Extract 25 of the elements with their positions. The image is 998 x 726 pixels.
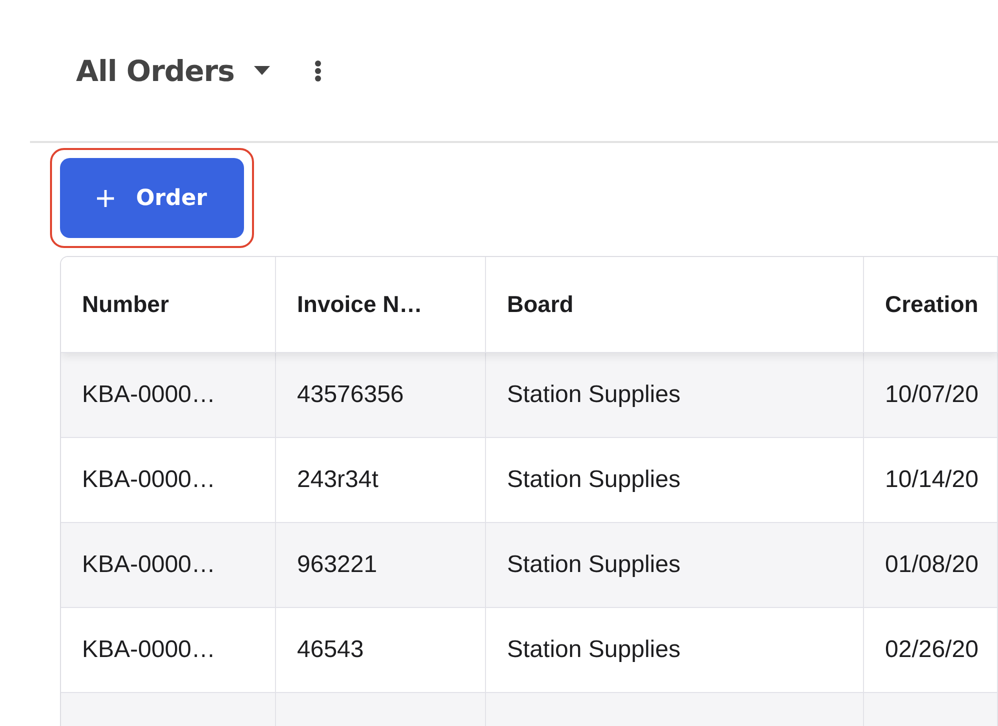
add-order-button[interactable]: Order bbox=[60, 158, 244, 238]
table-cell: Station Supplies bbox=[486, 608, 864, 692]
table-cell: 10/14/20 bbox=[864, 438, 998, 522]
table-cell: 02/26/20 bbox=[864, 608, 998, 692]
table-cell: Station Supplies bbox=[486, 438, 864, 522]
caret-icon[interactable] bbox=[254, 66, 270, 75]
table-cell: 43576356 bbox=[276, 353, 486, 437]
table-cell: 01/08/20 bbox=[864, 523, 998, 607]
column-header[interactable]: Creation bbox=[864, 257, 998, 352]
view-title: All Orders bbox=[76, 54, 234, 88]
table-cell: KBA-0000… bbox=[61, 353, 276, 437]
table-cell: KBA-0000… bbox=[61, 438, 276, 522]
plus-icon bbox=[96, 190, 114, 206]
table-cell: 46543 bbox=[276, 608, 486, 692]
more-options-icon[interactable] bbox=[314, 60, 322, 82]
table-cell: KBA-0000… bbox=[61, 608, 276, 692]
column-header[interactable]: Invoice N… bbox=[276, 257, 486, 352]
table-cell: 243r34t bbox=[276, 438, 486, 522]
column-header[interactable]: Board bbox=[486, 257, 864, 352]
table-cell: 10/07/20 bbox=[864, 353, 998, 437]
table-cell: 963221 bbox=[276, 523, 486, 607]
table-cell: KBA-0000… bbox=[61, 523, 276, 607]
table-cell: Station Supplies bbox=[486, 523, 864, 607]
column-header[interactable]: Number bbox=[61, 257, 276, 352]
table-cell: Station Supplies bbox=[486, 353, 864, 437]
